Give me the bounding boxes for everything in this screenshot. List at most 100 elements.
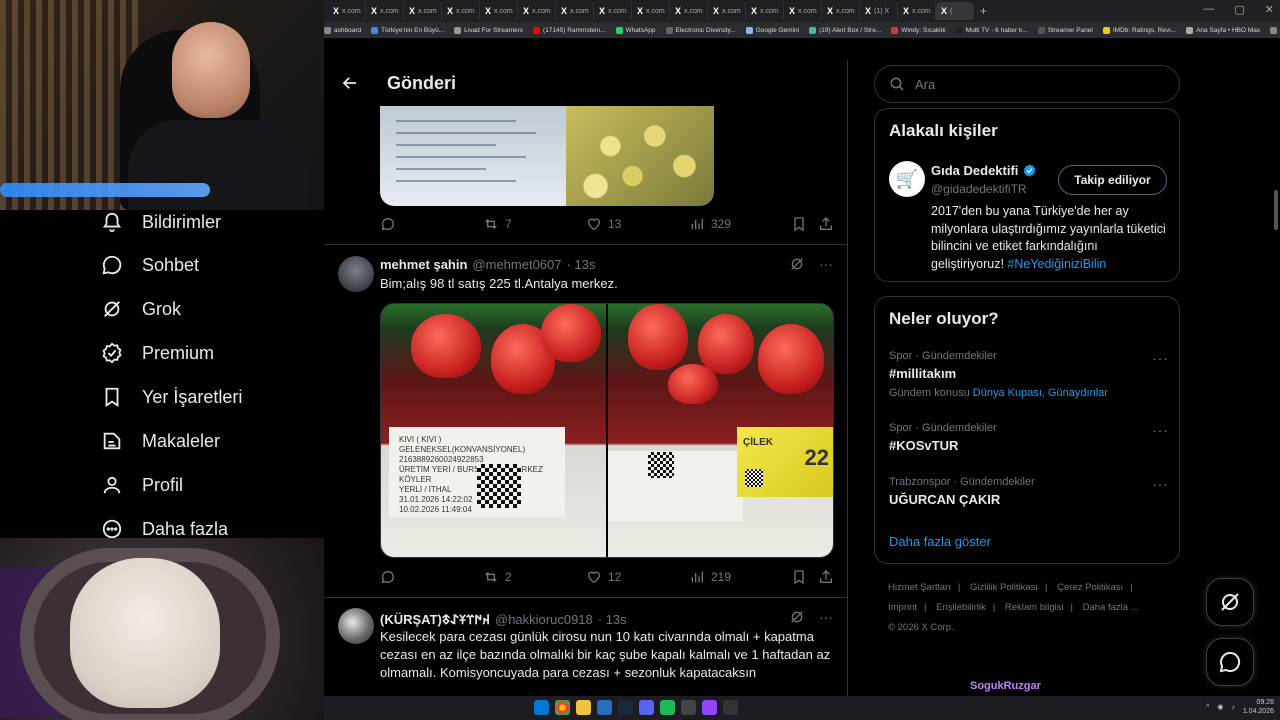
- like-button[interactable]: 13: [586, 216, 621, 232]
- author-name[interactable]: (KÜRŞAT)𐰴𐰇𐰼𐱁𐰀𐱃: [380, 610, 490, 628]
- browser-tab[interactable]: Xx.com: [708, 2, 746, 20]
- strawberry-photo-right[interactable]: ÇİLEK 22: [608, 304, 833, 557]
- footer-link[interactable]: Reklam bilgisi: [1005, 602, 1064, 613]
- tweet-time[interactable]: · 13s: [567, 257, 596, 272]
- trend-item[interactable]: Spor · Gündemdekiler #KOSvTUR ···: [889, 422, 1169, 453]
- show-more-link[interactable]: Daha fazla göster: [889, 534, 991, 549]
- browser-tab[interactable]: Xx.com: [328, 2, 366, 20]
- browser-tab[interactable]: Xx.com: [822, 2, 860, 20]
- steam-icon[interactable]: [618, 700, 633, 715]
- browser-tab[interactable]: Xx.com: [632, 2, 670, 20]
- folder-icon[interactable]: [576, 700, 591, 715]
- app-icon[interactable]: [597, 700, 612, 715]
- bookmark-item[interactable]: Electronic Diversity...: [665, 26, 736, 34]
- nav-profile[interactable]: Profil: [100, 463, 183, 507]
- bookmark-item[interactable]: Ana Sayfa • HBO Max: [1186, 26, 1260, 34]
- bookmark-item[interactable]: Tüm Yer İşaretleri: [1270, 26, 1280, 34]
- grok-icon[interactable]: [789, 256, 805, 275]
- tweet-media-gallery[interactable]: KIVI ( KIVI ) GELENEKSEL(KONVANSİYONEL) …: [380, 303, 834, 558]
- reply-button[interactable]: [380, 216, 402, 232]
- bookmark-item[interactable]: WhatsApp: [615, 26, 656, 34]
- footer-link[interactable]: Gizlilik Politikası: [970, 582, 1038, 593]
- nav-bookmarks[interactable]: Yer İşaretleri: [100, 375, 242, 419]
- search-box[interactable]: [874, 65, 1180, 103]
- bookmark-item[interactable]: Windy: Sıcaklık: [891, 26, 946, 34]
- new-tab-button[interactable]: +: [980, 4, 987, 18]
- browser-tab[interactable]: Xx.com: [898, 2, 936, 20]
- strawberry-photo-left[interactable]: KIVI ( KIVI ) GELENEKSEL(KONVANSİYONEL) …: [381, 304, 606, 557]
- messages-fab-button[interactable]: [1206, 638, 1254, 686]
- bookmark-item[interactable]: Livad For Streamers: [454, 26, 523, 34]
- nav-chat[interactable]: Sohbet: [100, 243, 199, 287]
- author-handle[interactable]: @mehmet0607: [472, 257, 561, 272]
- more-options-icon[interactable]: ···: [1152, 350, 1169, 366]
- views-button[interactable]: 329: [689, 216, 731, 232]
- tweet-media-image[interactable]: [380, 106, 714, 206]
- bookmark-item[interactable]: Google Gemini: [745, 26, 799, 34]
- browser-tab[interactable]: X(: [936, 2, 974, 20]
- share-button[interactable]: [818, 569, 834, 585]
- nav-grok[interactable]: Grok: [100, 287, 181, 331]
- clock[interactable]: 09:26 1.04.2026: [1243, 698, 1274, 716]
- bookmark-item[interactable]: (19) Alert Box / Stre...: [809, 26, 881, 34]
- obs-icon[interactable]: [702, 700, 717, 715]
- grok-icon[interactable]: [789, 609, 805, 628]
- retweet-button[interactable]: 7: [483, 216, 512, 232]
- more-options-icon[interactable]: ···: [819, 609, 833, 628]
- search-input[interactable]: [915, 76, 1135, 92]
- browser-tab[interactable]: Xx.com: [404, 2, 442, 20]
- retweet-button[interactable]: 2: [483, 569, 512, 585]
- bookmark-item[interactable]: IMDb: Ratings, Revi...: [1102, 26, 1176, 34]
- browser-tab[interactable]: Xx.com: [594, 2, 632, 20]
- footer-link[interactable]: Erişilebilirlik: [936, 602, 986, 613]
- bookmark-item[interactable]: Türkiye'nin En Büyü...: [371, 26, 444, 34]
- bookmark-item[interactable]: Streamer Panel: [1037, 26, 1093, 34]
- trend-item[interactable]: Trabzonspor · Gündemdekiler UĞURCAN ÇAKI…: [889, 476, 1169, 507]
- avatar[interactable]: [338, 608, 374, 644]
- bookmark-button[interactable]: [791, 216, 807, 232]
- browser-tab[interactable]: X (1) X: [860, 2, 898, 20]
- trend-item[interactable]: Spor · Gündemdekiler #millitakım Gündem …: [889, 350, 1169, 399]
- related-user-name[interactable]: Gıda Dedektifi: [931, 163, 1037, 178]
- start-icon[interactable]: [534, 700, 549, 715]
- footer-link[interactable]: Daha fazla ...: [1083, 602, 1139, 613]
- browser-tab[interactable]: Xx.com: [480, 2, 518, 20]
- following-button[interactable]: Takip ediliyor: [1058, 165, 1167, 195]
- chrome-icon[interactable]: [555, 700, 570, 715]
- minimize-icon[interactable]: —: [1203, 3, 1214, 16]
- back-button[interactable]: [338, 71, 362, 95]
- share-button[interactable]: [818, 216, 834, 232]
- app-icon[interactable]: [723, 700, 738, 715]
- footer-link[interactable]: Çerez Politikası: [1057, 582, 1123, 593]
- network-icon[interactable]: ◉: [1217, 703, 1223, 711]
- author-name[interactable]: mehmet şahin: [380, 257, 467, 272]
- close-icon[interactable]: ✕: [1265, 3, 1274, 16]
- bookmark-button[interactable]: [791, 569, 807, 585]
- trend-topic-links[interactable]: Dünya Kupası, Günaydınlar: [973, 387, 1108, 399]
- views-button[interactable]: 219: [689, 569, 731, 585]
- more-options-icon[interactable]: ···: [819, 256, 833, 275]
- browser-tab[interactable]: Xx.com: [670, 2, 708, 20]
- maximize-icon[interactable]: ▢: [1234, 3, 1244, 16]
- spotify-icon[interactable]: [660, 700, 675, 715]
- browser-tab[interactable]: Xx.com: [366, 2, 404, 20]
- browser-tab[interactable]: Xx.com: [746, 2, 784, 20]
- reply-button[interactable]: [380, 569, 402, 585]
- discord-icon[interactable]: [639, 700, 654, 715]
- bookmark-item[interactable]: (17145) Rammstein...: [533, 26, 606, 34]
- nav-notifications[interactable]: Bildirimler: [100, 200, 221, 244]
- tweet-time[interactable]: · 13s: [598, 612, 627, 627]
- bio-hashtag[interactable]: #NeYediğiniziBilin: [1007, 257, 1106, 271]
- more-options-icon[interactable]: ···: [1152, 422, 1169, 438]
- footer-link[interactable]: Hizmet Şartları: [888, 582, 951, 593]
- avatar[interactable]: [338, 256, 374, 292]
- nav-premium[interactable]: Premium: [100, 331, 214, 375]
- browser-tab[interactable]: Xx.com: [442, 2, 480, 20]
- author-handle[interactable]: @hakkioruc0918: [495, 612, 593, 627]
- browser-tab[interactable]: Xx.com: [784, 2, 822, 20]
- chevron-up-icon[interactable]: ^: [1206, 704, 1209, 711]
- grok-fab-button[interactable]: [1206, 578, 1254, 626]
- scrollbar-thumb[interactable]: [1274, 190, 1278, 230]
- browser-tab[interactable]: Xx.com: [518, 2, 556, 20]
- app-icon[interactable]: [681, 700, 696, 715]
